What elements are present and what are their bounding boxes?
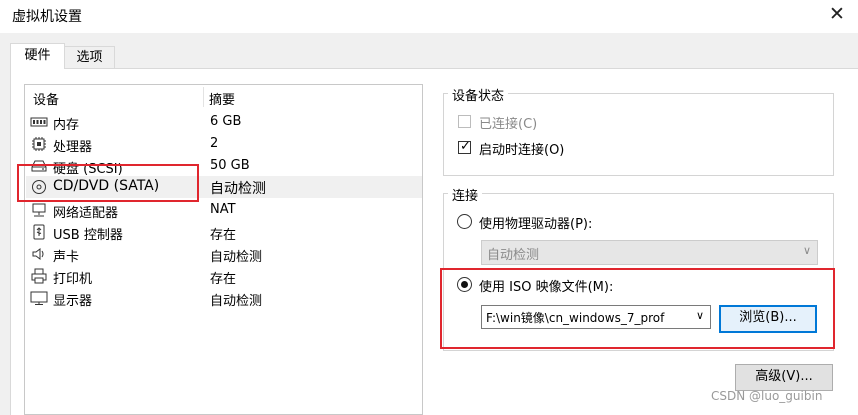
advanced-button[interactable]: 高级(V)... <box>735 364 833 391</box>
processor-icon <box>32 137 46 151</box>
connect-at-power-on-label: 启动时连接(O) <box>479 143 565 158</box>
physical-drive-select[interactable]: 自动检测 ∨ <box>481 240 818 265</box>
device-name: 打印机 <box>53 272 93 287</box>
close-icon[interactable]: ✕ <box>826 3 848 25</box>
device-summary: 自动检测 <box>210 181 266 197</box>
device-list[interactable]: 设备 摘要 内存 6 GB 处理器 2 硬盘 (SCSI) 50 GB CD/D… <box>24 84 423 415</box>
device-summary: 50 GB <box>210 158 250 173</box>
device-name: 网络适配器 <box>53 206 119 221</box>
device-row-display[interactable]: 显示器 自动检测 <box>26 287 422 309</box>
device-row-sound-card[interactable]: 声卡 自动检测 <box>26 243 422 265</box>
device-name: 处理器 <box>53 140 93 155</box>
device-status-title: 设备状态 <box>448 85 509 104</box>
check-icon: ✓ <box>460 139 471 154</box>
memory-icon <box>30 117 48 127</box>
physical-drive-label: 使用物理驱动器(P): <box>479 217 593 232</box>
window-title: 虚拟机设置 <box>12 9 82 25</box>
column-header-device[interactable]: 设备 <box>33 89 59 108</box>
connected-checkbox[interactable] <box>458 115 471 128</box>
device-name: 声卡 <box>53 250 80 265</box>
usb-icon <box>33 224 45 240</box>
device-row-processor[interactable]: 处理器 2 <box>26 133 422 155</box>
device-summary: 自动检测 <box>210 294 263 309</box>
highlight-box-iso <box>440 268 835 349</box>
device-summary: 2 <box>210 136 219 151</box>
highlight-box-cd-dvd <box>17 164 199 202</box>
watermark-text: CSDN @luo_guibin <box>711 389 823 403</box>
monitor-icon <box>30 291 48 305</box>
device-summary: 存在 <box>210 272 237 287</box>
device-name: USB 控制器 <box>53 228 123 243</box>
connect-at-power-on-checkbox[interactable]: ✓ <box>458 139 471 154</box>
physical-drive-value: 自动检测 <box>487 248 540 263</box>
device-name: 内存 <box>53 118 80 133</box>
device-row-usb-controller[interactable]: USB 控制器 存在 <box>26 221 422 243</box>
device-summary: 自动检测 <box>210 250 263 265</box>
physical-drive-radio[interactable] <box>457 214 472 229</box>
column-separator <box>203 87 204 107</box>
device-row-memory[interactable]: 内存 6 GB <box>26 111 422 133</box>
device-row-printer[interactable]: 打印机 存在 <box>26 265 422 287</box>
device-summary: 存在 <box>210 228 237 243</box>
device-row-network-adapter[interactable]: 网络适配器 NAT <box>26 199 422 221</box>
device-name: 显示器 <box>53 294 93 309</box>
tab-options[interactable]: 选项 <box>64 46 115 69</box>
device-summary: NAT <box>210 202 236 217</box>
network-adapter-icon <box>32 203 46 217</box>
device-status-group <box>443 93 834 176</box>
speaker-icon <box>32 248 44 260</box>
connected-label: 已连接(C) <box>479 117 538 132</box>
column-header-summary[interactable]: 摘要 <box>209 89 235 108</box>
connection-title: 连接 <box>448 185 483 204</box>
tab-hardware[interactable]: 硬件 <box>10 43 65 69</box>
device-summary: 6 GB <box>210 114 242 129</box>
chevron-down-icon: ∨ <box>802 244 811 257</box>
printer-icon <box>31 268 47 284</box>
